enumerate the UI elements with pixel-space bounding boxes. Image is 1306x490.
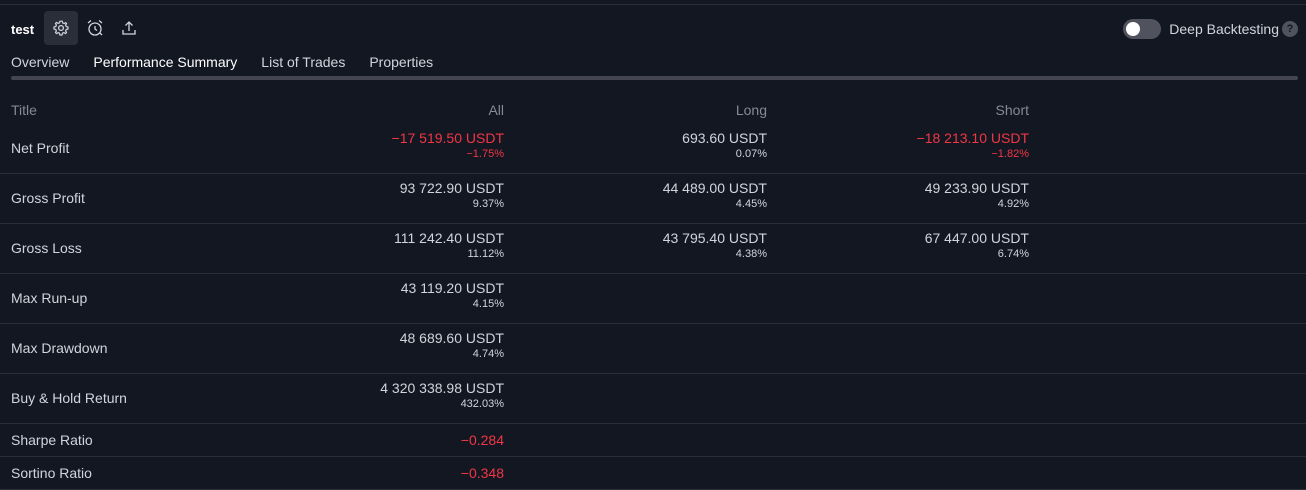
tab-performance-summary[interactable]: Performance Summary	[93, 52, 237, 80]
all-percent: −1.75%	[466, 148, 504, 160]
short-cell: 49 233.90 USDT 4.92%	[925, 180, 1029, 211]
column-header-long: Long	[735, 102, 767, 118]
short-value: 67 447.00 USDT	[924, 230, 1029, 246]
row-title: Max Drawdown	[11, 340, 108, 356]
short-value: −18 213.10 USDT	[916, 130, 1029, 146]
column-header-all: All	[488, 102, 504, 118]
all-percent: 4.15%	[472, 298, 504, 310]
short-cell: 67 447.00 USDT 6.74%	[925, 230, 1029, 261]
table-row: Buy & Hold Return 4 320 338.98 USDT 432.…	[0, 374, 1306, 424]
alarm-clock-icon	[87, 20, 103, 36]
report-tabs: Overview Performance Summary List of Tra…	[11, 52, 457, 80]
short-cell: −18 213.10 USDT −1.82%	[917, 130, 1029, 161]
row-title: Sortino Ratio	[11, 465, 92, 481]
all-cell: −0.348	[461, 465, 504, 482]
deep-backtesting-label: Deep Backtesting	[1169, 21, 1279, 37]
row-title: Gross Loss	[11, 240, 82, 256]
all-percent: 9.37%	[472, 198, 504, 210]
all-value: −17 519.50 USDT	[391, 130, 504, 146]
table-row: Gross Profit 93 722.90 USDT 9.37% 44 489…	[0, 174, 1306, 224]
long-value: 693.60 USDT	[682, 130, 767, 146]
add-alert-button[interactable]	[78, 11, 112, 45]
all-value: 111 242.40 USDT	[394, 230, 504, 246]
table-row: Gross Loss 111 242.40 USDT 11.12% 43 795…	[0, 224, 1306, 274]
tab-overview[interactable]: Overview	[11, 52, 69, 78]
all-cell: −17 519.50 USDT −1.75%	[392, 130, 504, 161]
short-percent: 4.92%	[997, 198, 1029, 210]
all-percent: 11.12%	[467, 248, 505, 260]
row-title: Buy & Hold Return	[11, 390, 127, 406]
all-cell: 4 320 338.98 USDT 432.03%	[380, 380, 504, 411]
all-value: 4 320 338.98 USDT	[380, 380, 504, 396]
row-title: Sharpe Ratio	[11, 432, 93, 448]
table-row: Net Profit −17 519.50 USDT −1.75% 693.60…	[0, 124, 1306, 174]
tab-list-of-trades[interactable]: List of Trades	[261, 52, 345, 78]
long-percent: 4.45%	[735, 198, 767, 210]
column-header-short: Short	[995, 102, 1029, 118]
row-title: Net Profit	[11, 140, 70, 156]
all-value: 93 722.90 USDT	[399, 180, 504, 196]
performance-table: Title All Long Short Net Profit −17 519.…	[0, 96, 1306, 490]
row-title: Max Run-up	[11, 290, 88, 306]
all-value: −0.348	[460, 465, 504, 481]
column-header-title: Title	[11, 102, 37, 118]
table-header: Title All Long Short	[0, 96, 1306, 124]
long-cell: 693.60 USDT 0.07%	[682, 130, 767, 161]
export-button[interactable]	[112, 11, 146, 45]
deep-backtesting-toggle[interactable]	[1123, 19, 1162, 39]
table-row: Sortino Ratio −0.348	[0, 457, 1306, 490]
all-value: −0.284	[460, 432, 504, 448]
all-percent: 432.03%	[460, 398, 504, 410]
all-cell: 43 119.20 USDT 4.15%	[401, 280, 504, 311]
long-value: 43 795.40 USDT	[662, 230, 767, 246]
table-row: Max Run-up 43 119.20 USDT 4.15%	[0, 274, 1306, 324]
short-percent: 6.74%	[997, 248, 1029, 260]
toggle-knob	[1126, 22, 1141, 36]
all-cell: 48 689.60 USDT 4.74%	[400, 330, 504, 361]
all-value: 43 119.20 USDT	[400, 280, 504, 296]
short-percent: −1.82%	[991, 148, 1029, 160]
short-value: 49 233.90 USDT	[924, 180, 1029, 196]
strategy-header: test Deep Backtesting ?	[0, 11, 1306, 47]
tab-properties[interactable]: Properties	[369, 52, 433, 78]
row-title: Gross Profit	[11, 190, 85, 206]
tabs-underline-track	[11, 76, 1298, 80]
top-divider	[0, 4, 1306, 5]
all-cell: 93 722.90 USDT 9.37%	[400, 180, 504, 211]
deep-backtesting-control: Deep Backtesting ?	[1123, 18, 1298, 40]
strategy-name: test	[11, 22, 35, 37]
long-cell: 44 489.00 USDT 4.45%	[663, 180, 767, 211]
table-row: Sharpe Ratio −0.284	[0, 424, 1306, 457]
long-percent: 0.07%	[735, 148, 767, 160]
settings-button[interactable]	[44, 11, 78, 45]
all-cell: 111 242.40 USDT 11.12%	[394, 230, 504, 261]
all-cell: −0.284	[461, 432, 504, 449]
help-icon[interactable]: ?	[1282, 21, 1298, 37]
long-percent: 4.38%	[735, 248, 767, 260]
all-percent: 4.74%	[472, 348, 504, 360]
long-value: 44 489.00 USDT	[662, 180, 767, 196]
export-upload-icon	[122, 21, 136, 35]
long-cell: 43 795.40 USDT 4.38%	[663, 230, 767, 261]
table-row: Max Drawdown 48 689.60 USDT 4.74%	[0, 324, 1306, 374]
settings-gear-icon	[53, 20, 69, 36]
all-value: 48 689.60 USDT	[399, 330, 504, 346]
